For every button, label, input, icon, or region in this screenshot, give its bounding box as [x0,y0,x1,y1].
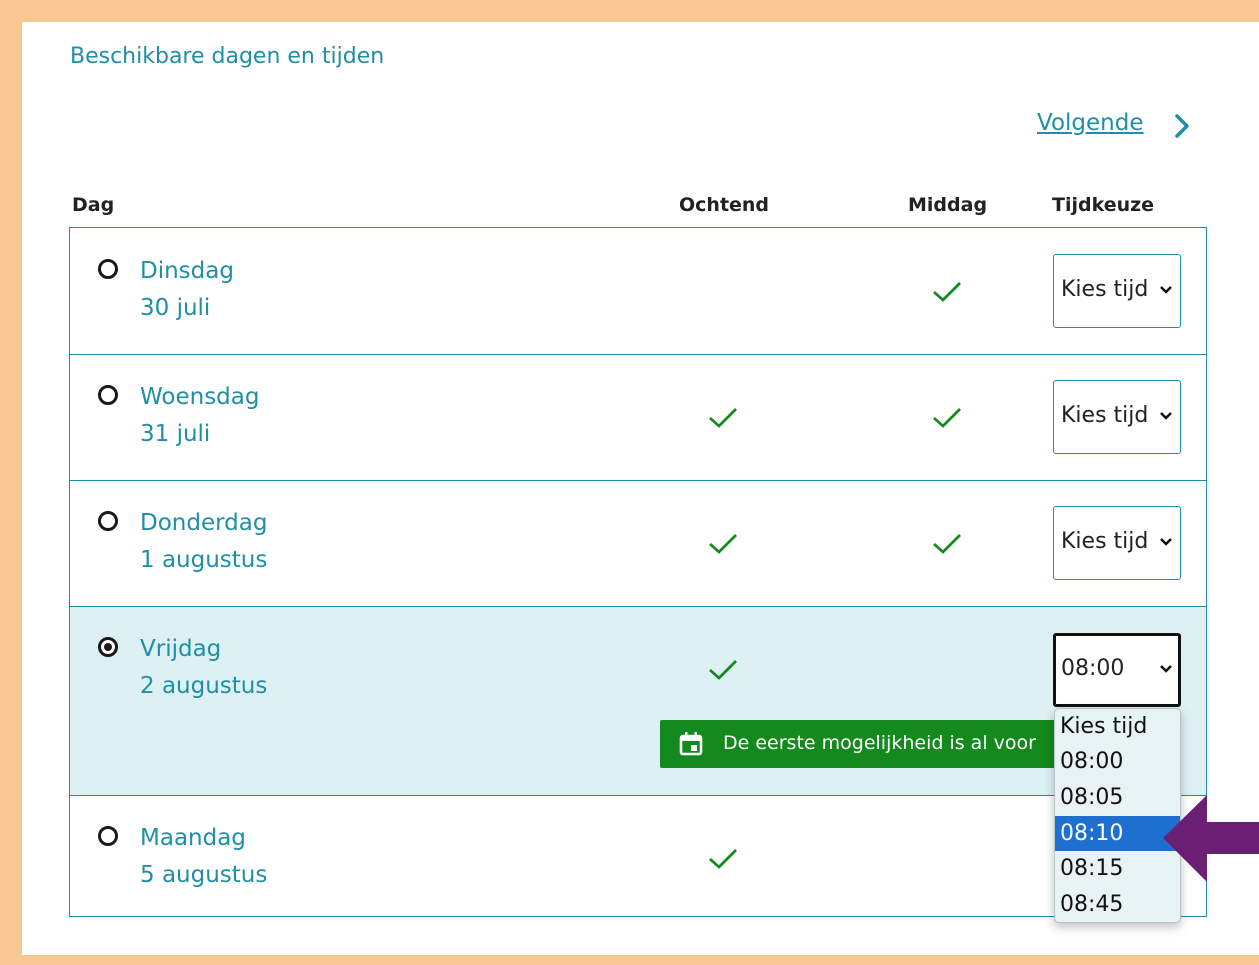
day-date: 1 augustus [140,547,268,573]
chevron-down-icon [1160,665,1172,673]
checkmark-icon [933,534,961,554]
chevron-right-icon[interactable] [1172,112,1192,140]
checkmark-icon [709,660,737,680]
chevron-down-icon [1160,538,1172,546]
time-option[interactable]: Kies tijd [1055,709,1180,744]
time-select-value: 08:00 [1061,656,1125,681]
notice-text: De eerste mogelijkheid is al voor [723,732,1036,754]
radio-dot [104,643,112,651]
day-name: Dinsdag [140,258,234,284]
time-option-highlighted[interactable]: 08:10 [1055,816,1180,851]
pointer-arrow-icon [1163,795,1259,882]
day-name: Vrijdag [140,636,222,662]
section-title: Beschikbare dagen en tijden [70,44,385,69]
column-header-day: Dag [72,194,115,216]
day-date: 31 juli [140,421,211,447]
chevron-down-icon [1160,286,1172,294]
time-select-value: Kies tijd [1061,277,1149,302]
checkmark-icon [933,282,961,302]
day-radio[interactable] [98,511,118,531]
next-link[interactable]: Volgende [1037,110,1144,136]
day-date: 5 augustus [140,862,268,888]
table-row[interactable]: Dinsdag 30 juli Kies tijd [70,228,1206,355]
day-name: Woensdag [140,384,260,410]
availability-table: Dinsdag 30 juli Kies tijd Woensdag 31 ju… [69,227,1207,917]
chevron-down-icon [1160,412,1172,420]
time-select[interactable]: Kies tijd [1053,254,1181,328]
day-radio[interactable] [98,259,118,279]
day-name: Donderdag [140,510,268,536]
day-name: Maandag [140,825,246,851]
table-row-selected[interactable]: Vrijdag 2 augustus 08:00 De eerste mogel… [70,607,1206,796]
time-select[interactable]: 08:00 [1053,633,1181,707]
column-header-afternoon: Middag [908,194,988,216]
time-select[interactable]: Kies tijd [1053,506,1181,580]
checkmark-icon [933,408,961,428]
time-dropdown-list[interactable]: Kies tijd 08:00 08:05 08:10 08:15 08:45 [1054,708,1181,923]
column-header-time: Tijdkeuze [1052,194,1155,216]
time-option[interactable]: 08:45 [1055,887,1180,922]
availability-panel: Beschikbare dagen en tijden Volgende Dag… [22,22,1259,955]
day-date: 30 juli [140,295,211,321]
calendar-icon [679,732,703,756]
time-option[interactable]: 08:15 [1055,851,1180,886]
time-select-value: Kies tijd [1061,529,1149,554]
day-radio[interactable] [98,385,118,405]
checkmark-icon [709,534,737,554]
column-header-morning: Ochtend [679,194,770,216]
table-row[interactable]: Donderdag 1 augustus Kies tijd [70,481,1206,607]
checkmark-icon [709,408,737,428]
time-option[interactable]: 08:05 [1055,780,1180,815]
day-radio-selected[interactable] [98,637,118,657]
table-row[interactable]: Woensdag 31 juli Kies tijd [70,355,1206,481]
checkmark-icon [709,849,737,869]
time-select[interactable]: Kies tijd [1053,380,1181,454]
time-option[interactable]: 08:00 [1055,744,1180,779]
table-row[interactable]: Maandag 5 augustus [70,796,1206,916]
day-date: 2 augustus [140,673,268,699]
day-radio[interactable] [98,826,118,846]
time-select-value: Kies tijd [1061,403,1149,428]
